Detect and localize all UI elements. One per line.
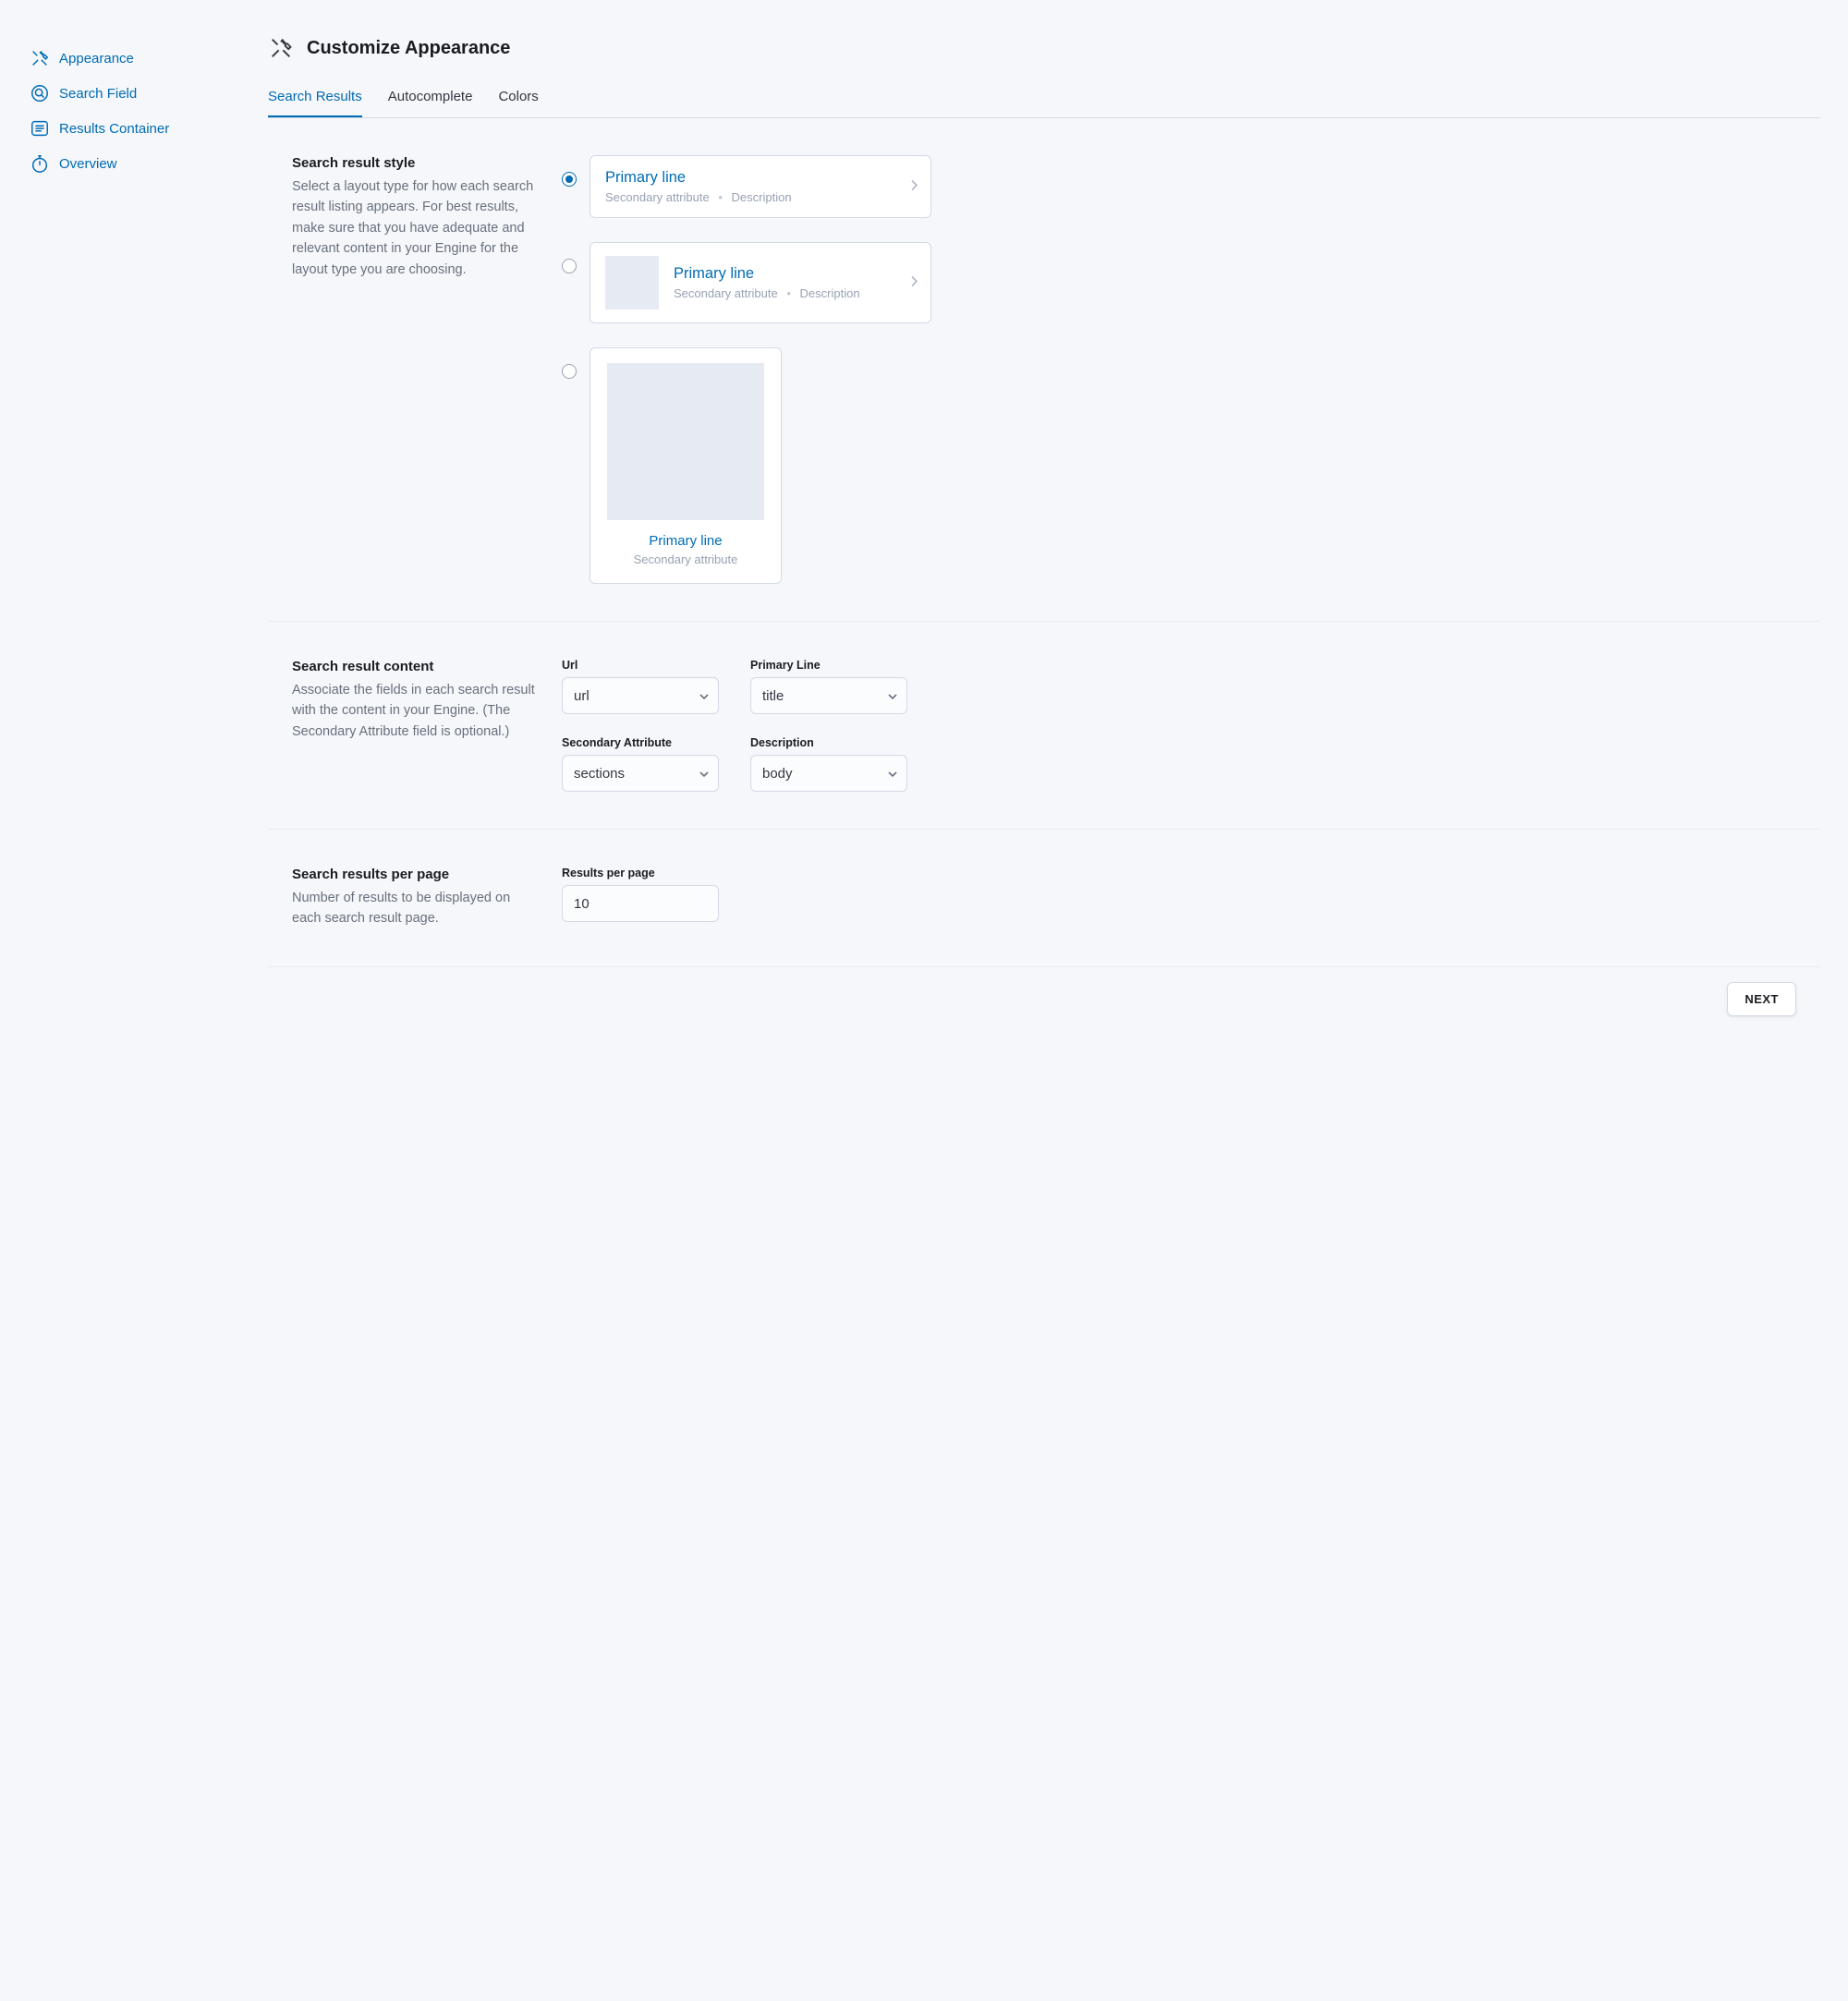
card-secondary-text: Secondary attribute (605, 190, 710, 204)
results-per-page-input[interactable]: 10 (562, 885, 719, 922)
style-card-thumb[interactable]: Primary line Secondary attribute • Descr… (590, 242, 931, 323)
sidebar-item-label: Search Field (59, 86, 137, 102)
main-panel: Customize Appearance Search Results Auto… (268, 33, 1820, 1016)
field-label: Url (562, 659, 719, 672)
section-title: Search result content (292, 659, 540, 674)
style-card-large[interactable]: Primary line Secondary attribute (590, 347, 782, 584)
footer: Next (268, 967, 1820, 1016)
tab-search-results[interactable]: Search Results (268, 81, 362, 117)
card-primary-line: Primary line (674, 265, 860, 283)
select-value: body (750, 755, 907, 792)
next-button[interactable]: Next (1727, 982, 1796, 1016)
chevron-right-icon (910, 179, 918, 195)
select-primary-line[interactable]: title (750, 677, 907, 714)
card-primary-line: Primary line (605, 533, 766, 549)
sidebar-item-search-field[interactable]: Search Field (28, 76, 268, 111)
tab-colors[interactable]: Colors (498, 81, 538, 117)
sidebar-item-overview[interactable]: Overview (28, 146, 268, 181)
field-description: Description body (750, 736, 907, 792)
card-description-text: Description (732, 190, 792, 204)
section-description: Number of results to be displayed on eac… (292, 888, 540, 929)
radio-style-card[interactable] (562, 364, 577, 379)
radio-style-thumb[interactable] (562, 259, 577, 273)
select-value: url (562, 677, 719, 714)
section-results-per-page: Search results per page Number of result… (268, 830, 1820, 967)
radio-style-list[interactable] (562, 172, 577, 187)
page-title: Customize Appearance (307, 38, 510, 59)
thumbnail-placeholder (607, 363, 764, 520)
page-header: Customize Appearance (268, 33, 1820, 81)
field-primary-line: Primary Line title (750, 659, 907, 714)
separator-dot: • (781, 286, 796, 300)
select-secondary-attribute[interactable]: sections (562, 755, 719, 792)
field-label: Description (750, 736, 907, 749)
style-card-list[interactable]: Primary line Secondary attribute • Descr… (590, 155, 931, 218)
field-url: Url url (562, 659, 719, 714)
tab-autocomplete[interactable]: Autocomplete (388, 81, 473, 117)
tabs: Search Results Autocomplete Colors (268, 81, 1820, 118)
field-secondary-attribute: Secondary Attribute sections (562, 736, 719, 792)
sidebar-item-appearance[interactable]: Appearance (28, 41, 268, 76)
section-description: Associate the fields in each search resu… (292, 680, 540, 742)
sidebar-item-results-container[interactable]: Results Container (28, 111, 268, 146)
sidebar-item-label: Results Container (59, 121, 169, 137)
sidebar: Appearance Search Field Results Containe… (28, 33, 268, 1016)
select-value: sections (562, 755, 719, 792)
card-secondary-text: Secondary attribute (605, 552, 766, 566)
tools-icon (30, 48, 50, 68)
card-attributes: Secondary attribute • Description (605, 190, 890, 204)
card-description-text: Description (800, 286, 860, 300)
chevron-right-icon (910, 275, 918, 291)
section-description: Select a layout type for how each search… (292, 176, 540, 280)
style-option-list: Primary line Secondary attribute • Descr… (562, 155, 1820, 218)
style-option-card: Primary line Secondary attribute (562, 347, 1820, 584)
field-label: Secondary Attribute (562, 736, 719, 749)
field-label: Primary Line (750, 659, 907, 672)
section-result-content: Search result content Associate the fiel… (268, 622, 1820, 830)
thumbnail-placeholder (605, 256, 659, 309)
separator-dot: • (712, 190, 728, 204)
tools-icon (268, 35, 294, 61)
select-url[interactable]: url (562, 677, 719, 714)
section-result-style: Search result style Select a layout type… (268, 118, 1820, 622)
select-value: title (750, 677, 907, 714)
style-option-thumb: Primary line Secondary attribute • Descr… (562, 242, 1820, 323)
card-secondary-text: Secondary attribute (674, 286, 778, 300)
card-primary-line: Primary line (605, 169, 890, 187)
card-attributes: Secondary attribute • Description (674, 286, 860, 300)
search-icon (30, 83, 50, 103)
list-icon (30, 118, 50, 139)
sidebar-item-label: Appearance (59, 51, 134, 67)
sidebar-item-label: Overview (59, 156, 117, 172)
select-description[interactable]: body (750, 755, 907, 792)
field-label: Results per page (562, 867, 1820, 879)
stopwatch-icon (30, 153, 50, 174)
section-title: Search results per page (292, 867, 540, 882)
section-title: Search result style (292, 155, 540, 171)
